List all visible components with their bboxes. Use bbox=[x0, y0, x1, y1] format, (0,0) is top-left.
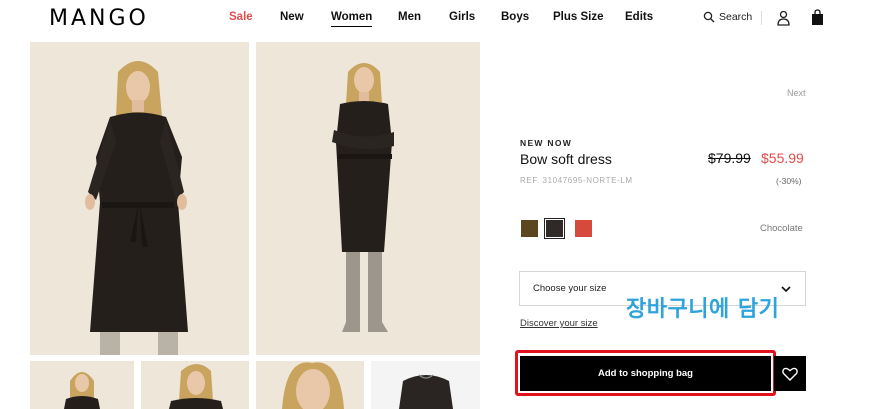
heart-icon bbox=[782, 367, 798, 381]
site-header: MANGO Sale New Women Men Girls Boys Plus… bbox=[0, 0, 870, 36]
thumbnail-3[interactable] bbox=[256, 361, 364, 409]
nav-item-plus-size[interactable]: Plus Size bbox=[553, 11, 604, 23]
shopping-bag-icon[interactable] bbox=[811, 9, 824, 26]
thumbnail-1[interactable] bbox=[30, 361, 134, 409]
discover-size-link[interactable]: Discover your size bbox=[520, 318, 598, 329]
product-reference: REF. 31047695-NORTE-LM bbox=[520, 176, 633, 185]
nav-item-new[interactable]: New bbox=[280, 11, 304, 23]
thumbnail-2-image bbox=[141, 361, 249, 409]
color-swatch-chocolate[interactable] bbox=[544, 218, 565, 239]
thumbnail-1-image bbox=[30, 361, 134, 409]
search-icon bbox=[703, 11, 715, 23]
header-divider bbox=[761, 11, 762, 25]
model-front-image bbox=[30, 42, 249, 355]
thumbnail-3-image bbox=[256, 361, 364, 409]
nav-item-men[interactable]: Men bbox=[398, 11, 421, 23]
search-button[interactable]: Search bbox=[703, 11, 752, 23]
product-photo-front[interactable] bbox=[30, 42, 249, 355]
wishlist-button[interactable] bbox=[774, 356, 806, 391]
annotation-text: 장바구니에 담기 bbox=[626, 297, 780, 322]
nav-item-sale[interactable]: Sale bbox=[229, 11, 253, 23]
color-swatch-red[interactable] bbox=[575, 220, 592, 237]
product-title: Bow soft dress bbox=[520, 151, 612, 167]
product-photo-side[interactable] bbox=[256, 42, 480, 355]
search-label: Search bbox=[719, 11, 753, 23]
original-price: $79.99 bbox=[708, 150, 751, 166]
add-to-bag-button[interactable]: Add to shopping bag bbox=[520, 356, 771, 391]
nav-item-girls[interactable]: Girls bbox=[449, 11, 475, 23]
chevron-down-icon bbox=[781, 286, 791, 293]
nav-item-edits[interactable]: Edits bbox=[625, 11, 653, 23]
nav-item-women[interactable]: Women bbox=[331, 11, 373, 27]
selected-color-name: Chocolate bbox=[760, 223, 803, 234]
thumbnail-4-image bbox=[371, 361, 480, 409]
mango-logo[interactable]: MANGO bbox=[49, 6, 149, 31]
user-icon[interactable] bbox=[777, 10, 790, 26]
sale-price: $55.99 bbox=[761, 150, 804, 166]
new-now-badge: NEW NOW bbox=[520, 138, 573, 148]
discount-label: (-30%) bbox=[776, 176, 802, 186]
thumbnail-2[interactable] bbox=[141, 361, 249, 409]
nav-item-boys[interactable]: Boys bbox=[501, 11, 529, 23]
model-side-image bbox=[256, 42, 480, 355]
color-swatch-olive[interactable] bbox=[521, 220, 538, 237]
size-dropdown-label: Choose your size bbox=[533, 283, 607, 294]
thumbnail-4[interactable] bbox=[371, 361, 480, 409]
next-product-link[interactable]: Next bbox=[787, 88, 806, 98]
